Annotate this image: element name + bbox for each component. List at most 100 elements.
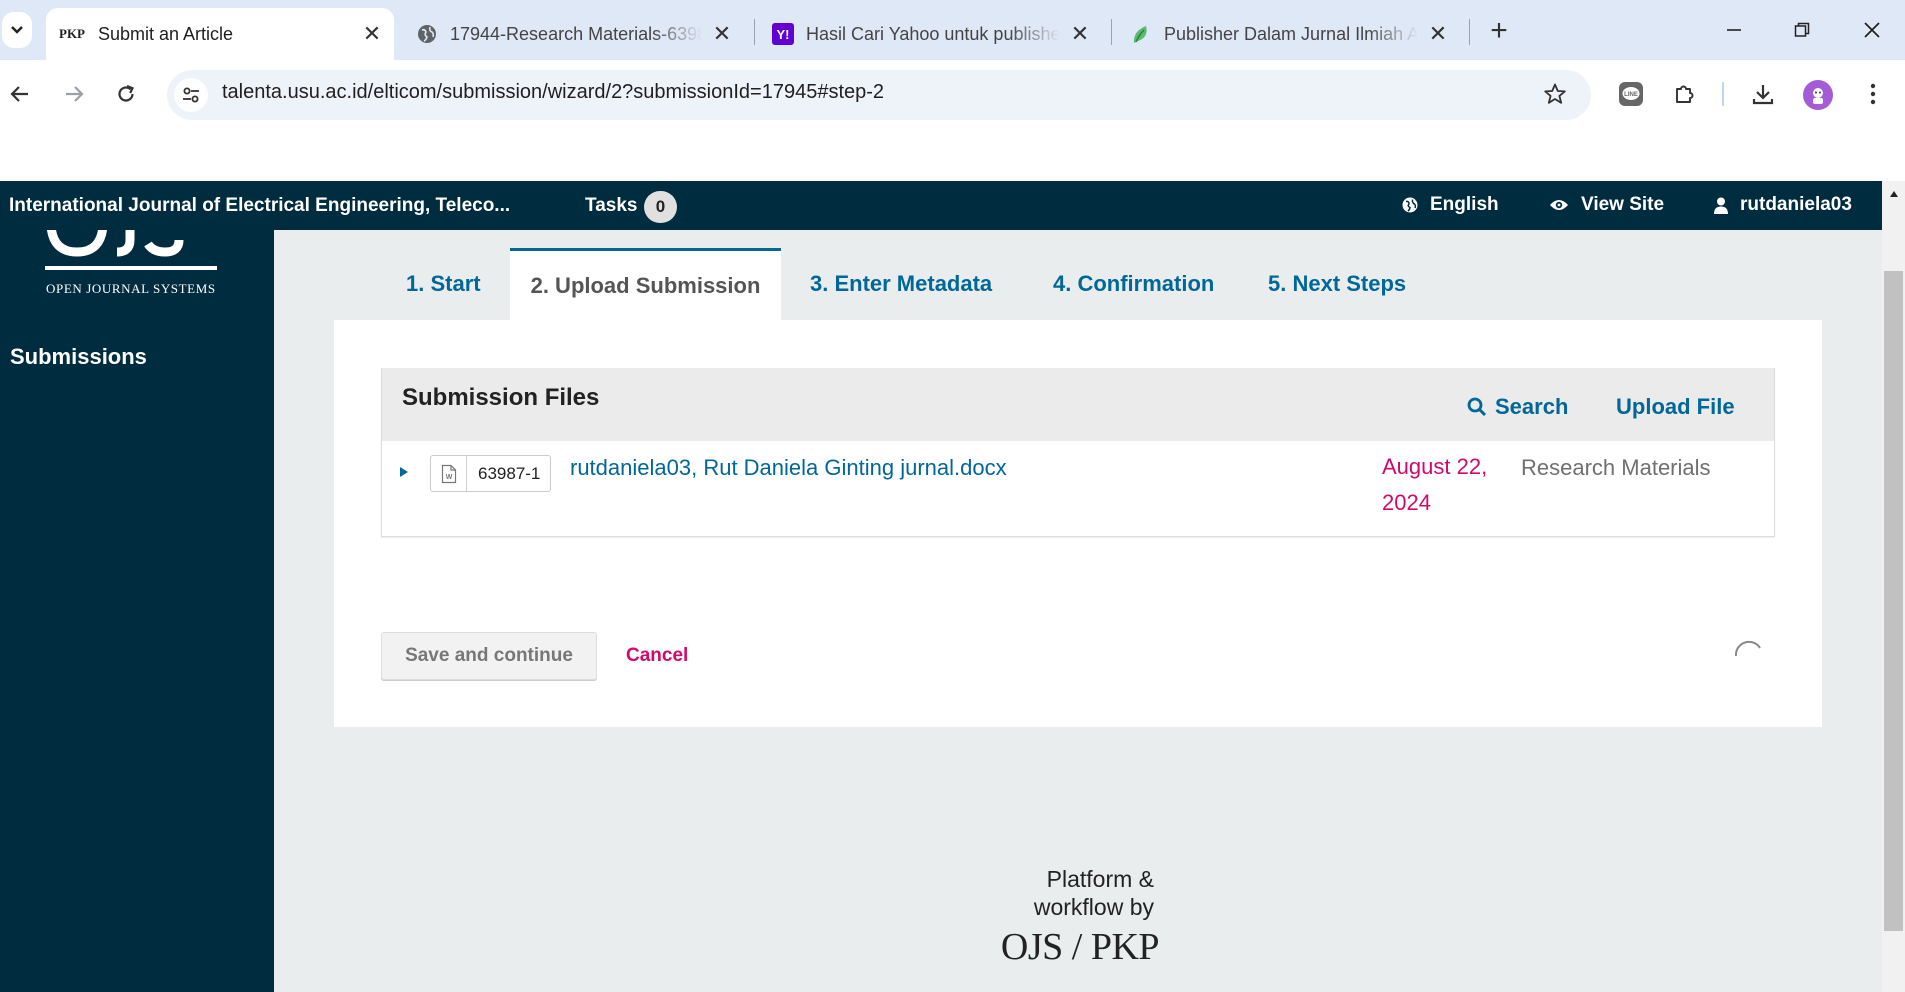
triangle-up-icon	[1889, 191, 1898, 197]
loading-spinner-icon	[1734, 640, 1761, 657]
tab-publisher-jurnal[interactable]: Publisher Dalam Jurnal Ilmiah A ✕	[1120, 8, 1460, 60]
tab-step-start[interactable]: 1. Start	[406, 248, 481, 320]
file-genre: Research Materials	[1521, 455, 1711, 480]
globe-icon	[416, 23, 438, 45]
scrollbar-thumb[interactable]	[1884, 271, 1903, 931]
arrow-right-icon	[66, 86, 84, 102]
footer-line-1: Platform &	[1046, 866, 1154, 892]
tasks-link[interactable]: Tasks	[585, 195, 637, 217]
file-name-link[interactable]: rutdaniela03, Rut Daniela Ginting jurnal…	[570, 455, 1007, 481]
line-icon: LINE	[1619, 82, 1643, 106]
tab-step-upload-submission[interactable]: 2. Upload Submission	[510, 248, 781, 320]
username-label: rutdaniela03	[1740, 194, 1852, 215]
reload-icon	[118, 84, 134, 102]
back-button[interactable]	[2, 76, 38, 112]
globe-icon	[1402, 197, 1418, 213]
puzzle-icon	[1676, 85, 1694, 103]
restore-icon	[1794, 22, 1810, 37]
save-and-continue-button[interactable]: Save and continue	[381, 632, 597, 680]
search-files-button[interactable]: Search	[1467, 394, 1568, 420]
leaf-icon	[1130, 23, 1152, 45]
upload-submission-panel: Submission Files Search Upload File W 63…	[334, 320, 1822, 727]
tab-title: Publisher Dalam Jurnal Ilmiah A	[1164, 23, 1418, 44]
avatar-icon	[1813, 88, 1823, 104]
tune-icon	[183, 87, 199, 103]
restore-button[interactable]	[1782, 12, 1822, 48]
svg-text:LINE: LINE	[1624, 92, 1638, 98]
tab-submit-article[interactable]: PKP Submit an Article ✕	[46, 8, 394, 60]
upload-file-button[interactable]: Upload File	[1616, 394, 1735, 420]
file-id-badge: W 63987-1	[430, 455, 552, 492]
close-window-button[interactable]	[1852, 12, 1892, 48]
profile-avatar[interactable]	[1803, 80, 1833, 110]
page-scrollbar[interactable]	[1882, 181, 1905, 992]
forward-button[interactable]	[56, 76, 92, 112]
arrow-left-icon	[10, 86, 28, 102]
file-id: 63987-1	[478, 463, 541, 483]
eye-icon	[1550, 200, 1568, 210]
ojs-pkp-logo: OJS / PKP	[1000, 926, 1160, 968]
search-label: Search	[1495, 394, 1569, 419]
tab-title: 17944-Research Materials-6398	[450, 23, 702, 44]
grid-title: Submission Files	[402, 384, 600, 411]
tab-step-confirmation[interactable]: 4. Confirmation	[1053, 248, 1214, 320]
ojs-logo-subtitle: OPEN JOURNAL SYSTEMS	[46, 281, 216, 296]
tab-research-materials[interactable]: 17944-Research Materials-6398 ✕	[404, 8, 744, 60]
language-menu[interactable]: English	[1402, 194, 1499, 216]
svg-text:W: W	[445, 474, 452, 481]
expand-row-icon[interactable]	[397, 464, 411, 480]
tab-title: Submit an Article	[98, 23, 234, 44]
yahoo-favicon: Y!	[772, 23, 794, 45]
toolbar-separator	[1722, 82, 1724, 106]
tab-search-button[interactable]	[2, 12, 32, 48]
view-site-label: View Site	[1581, 194, 1665, 215]
close-icon[interactable]: ✕	[710, 21, 734, 46]
more-vert-icon	[1870, 83, 1876, 105]
word-file-icon: W	[431, 456, 467, 491]
pkp-favicon: PKP	[59, 26, 85, 41]
browser-menu-button[interactable]	[1855, 76, 1891, 112]
scroll-up-arrow[interactable]	[1882, 185, 1905, 203]
cancel-link[interactable]: Cancel	[626, 645, 688, 667]
user-menu[interactable]: rutdaniela03	[1714, 194, 1852, 216]
view-site-link[interactable]: View Site	[1549, 194, 1664, 216]
tasks-count-badge: 0	[644, 191, 677, 223]
reload-button[interactable]	[108, 76, 144, 112]
tab-title: Hasil Cari Yahoo untuk publisher	[806, 23, 1060, 44]
search-icon	[1467, 397, 1487, 417]
url-text[interactable]: talenta.usu.ac.id/elticom/submission/wiz…	[222, 81, 884, 104]
chevron-down-icon	[11, 26, 23, 34]
tab-separator	[754, 19, 755, 45]
site-info-button[interactable]	[174, 78, 208, 112]
language-label: English	[1430, 194, 1499, 215]
close-icon	[1864, 22, 1880, 38]
tab-step-enter-metadata[interactable]: 3. Enter Metadata	[810, 248, 992, 320]
tab-separator	[1111, 19, 1112, 45]
submission-files-grid: Submission Files Search Upload File W 63…	[381, 368, 1775, 537]
user-icon	[1714, 197, 1728, 214]
tab-step-next-steps[interactable]: 5. Next Steps	[1268, 248, 1406, 320]
sidebar-item-submissions[interactable]: Submissions	[10, 344, 147, 370]
downloads-button[interactable]	[1745, 76, 1781, 112]
page-top-area	[0, 123, 1905, 181]
grid-header: Submission Files Search Upload File	[382, 368, 1774, 441]
close-icon[interactable]: ✕	[360, 21, 384, 46]
extensions-button[interactable]	[1667, 76, 1703, 112]
minimize-icon	[1727, 29, 1741, 31]
download-icon	[1752, 85, 1774, 105]
plus-icon: +	[1490, 14, 1508, 47]
tab-separator	[1469, 19, 1470, 45]
line-extension-button[interactable]: LINE	[1613, 76, 1649, 112]
journal-title[interactable]: International Journal of Electrical Engi…	[9, 195, 510, 217]
footer-line-2: workflow by	[1033, 894, 1154, 920]
tab-yahoo-search[interactable]: Y! Hasil Cari Yahoo untuk publisher ✕	[762, 8, 1102, 60]
close-icon[interactable]: ✕	[1426, 21, 1450, 46]
new-tab-button[interactable]: +	[1482, 14, 1516, 48]
bookmark-button[interactable]	[1537, 76, 1573, 112]
pkp-footer-brand[interactable]: Platform & workflow by OJS / PKP	[1000, 865, 1160, 969]
star-icon	[1544, 83, 1566, 104]
file-date: August 22, 2024	[1382, 454, 1488, 515]
minimize-button[interactable]	[1714, 12, 1754, 48]
sidebar: OPEN JOURNAL SYSTEMS Submissions	[0, 230, 274, 992]
close-icon[interactable]: ✕	[1068, 21, 1092, 46]
